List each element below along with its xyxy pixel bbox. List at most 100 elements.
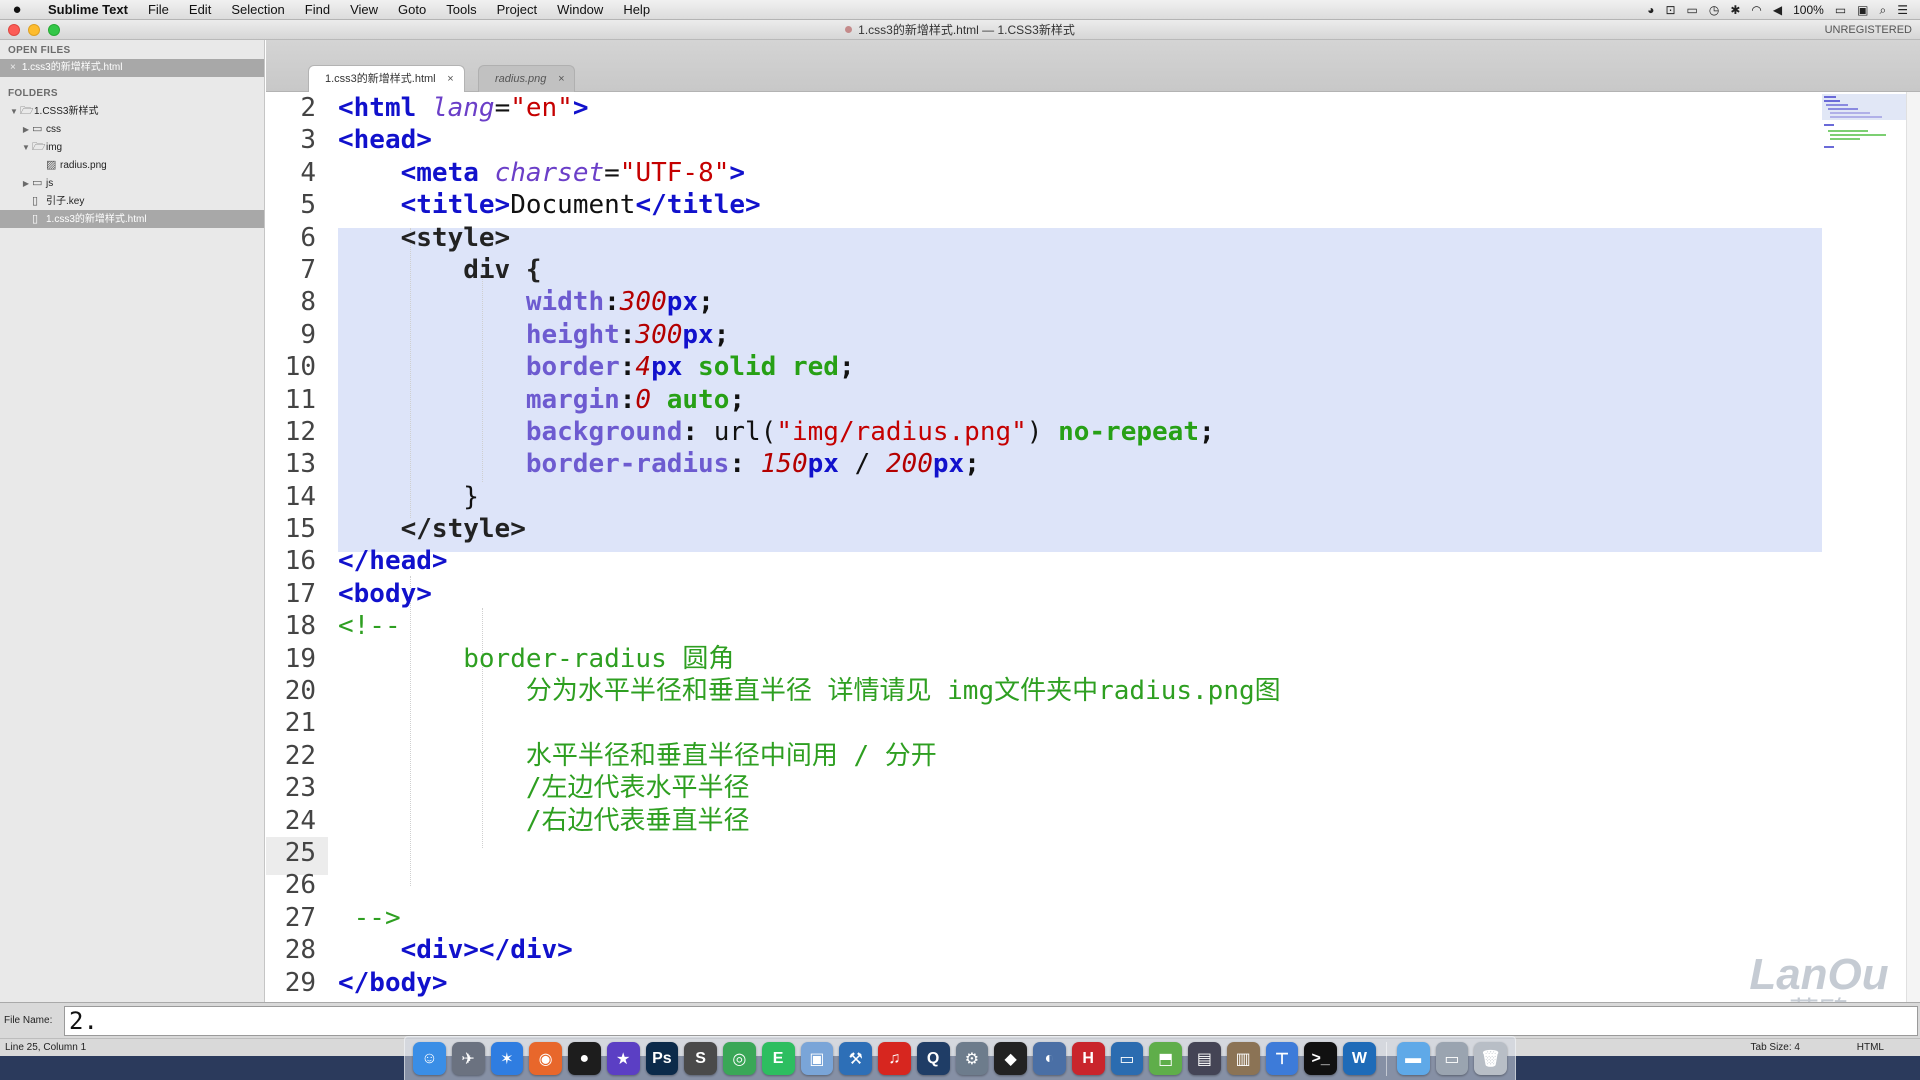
tree-folder-root[interactable]: ▼ 🗁1.CSS3新样式 bbox=[0, 102, 264, 120]
folders-header: FOLDERS bbox=[8, 88, 58, 99]
tab-size-selector[interactable]: Tab Size: 4 bbox=[1751, 1039, 1800, 1056]
line-number: 8 bbox=[300, 287, 316, 318]
wifi-icon[interactable]: ◠ bbox=[1751, 0, 1761, 20]
input-method-icon[interactable]: ▣ bbox=[1857, 0, 1868, 20]
launchpad-icon[interactable]: ✈ bbox=[451, 1042, 485, 1075]
evernote-icon[interactable]: E bbox=[761, 1042, 795, 1075]
syntax-selector[interactable]: HTML bbox=[1857, 1039, 1884, 1056]
tree-folder-img[interactable]: ▼ 🗁img bbox=[0, 138, 264, 156]
code-line-current bbox=[338, 837, 1818, 869]
system-prefs-icon[interactable]: ⚙ bbox=[955, 1042, 989, 1075]
airplay-icon[interactable]: ▭ bbox=[1687, 0, 1698, 20]
menu-selection[interactable]: Selection bbox=[221, 0, 294, 20]
collapsed-triangle-icon[interactable]: ▶ bbox=[20, 121, 32, 139]
time-machine-icon[interactable]: ◷ bbox=[1709, 0, 1719, 20]
trash-icon[interactable]: 🗑 bbox=[1474, 1042, 1507, 1075]
expanded-triangle-icon[interactable]: ▼ bbox=[20, 139, 32, 157]
code-editor[interactable]: 2 3 4 5 6 7 8 9 10 11 12 13 14 15 16 17 … bbox=[266, 92, 1920, 1002]
code-line: margin:0 auto; bbox=[525, 384, 746, 415]
minimap-line bbox=[1824, 124, 1834, 126]
close-icon[interactable]: × bbox=[10, 62, 16, 73]
tree-folder-js[interactable]: ▶ ▭ js bbox=[0, 174, 264, 192]
menu-edit[interactable]: Edit bbox=[179, 0, 221, 20]
menu-goto[interactable]: Goto bbox=[388, 0, 436, 20]
battery-percent: 100% bbox=[1793, 2, 1824, 17]
finder-icon[interactable]: ☺ bbox=[413, 1042, 446, 1075]
open-folder-icon: 🗁 bbox=[20, 105, 34, 117]
netease-music-icon[interactable]: ♫ bbox=[878, 1042, 911, 1075]
collapsed-triangle-icon[interactable]: ▶ bbox=[20, 175, 32, 193]
code-line: </style> bbox=[400, 514, 526, 545]
close-tab-icon[interactable]: × bbox=[447, 66, 453, 93]
menu-find[interactable]: Find bbox=[295, 0, 340, 20]
volume-icon[interactable]: ◀ bbox=[1773, 0, 1782, 20]
unity-icon[interactable]: ◆ bbox=[994, 1042, 1027, 1075]
vertical-scrollbar[interactable] bbox=[1906, 92, 1920, 1002]
code-line: <html lang="en"> bbox=[338, 93, 589, 123]
code-line: border-radius: 150px / 200px; bbox=[525, 449, 980, 480]
tree-file-radius-png[interactable]: ▨ radius.png bbox=[0, 156, 264, 174]
menu-window[interactable]: Window bbox=[547, 0, 613, 20]
tree-file-html[interactable]: ▯ 1.css3的新增样式.html bbox=[0, 210, 264, 228]
spotlight-search-icon[interactable]: ⌕ bbox=[1880, 0, 1887, 20]
word-icon[interactable]: W bbox=[1343, 1042, 1376, 1075]
xcode-icon[interactable]: ⚒ bbox=[839, 1042, 872, 1075]
movie-maker-icon[interactable]: ▤ bbox=[1188, 1042, 1221, 1075]
bluetooth-icon[interactable]: ✱ bbox=[1730, 0, 1740, 20]
code-line: width:300px; bbox=[525, 287, 714, 318]
sublime-text-icon[interactable]: S bbox=[684, 1042, 717, 1075]
firefox-icon[interactable]: ◉ bbox=[529, 1042, 562, 1075]
maps-icon[interactable]: ⬒ bbox=[1149, 1042, 1182, 1075]
imovie-star-icon[interactable]: ★ bbox=[606, 1042, 640, 1075]
expanded-triangle-icon[interactable]: ▼ bbox=[8, 103, 20, 121]
close-tab-icon[interactable]: × bbox=[558, 66, 564, 93]
code-line: border-radius 圆角 bbox=[463, 643, 735, 674]
chrome-icon[interactable]: ◎ bbox=[723, 1042, 756, 1075]
code-line: /左边代表水平半径 bbox=[525, 773, 750, 804]
menu-tools[interactable]: Tools bbox=[436, 0, 486, 20]
apple-menu-icon[interactable]: ● bbox=[0, 1, 34, 18]
menubar-status-area: ◕ ⊡ ▭ ◷ ✱ ◠ ◀ 100% ▭ ▣ ⌕ ☰ bbox=[1647, 0, 1920, 20]
line-number-gutter: 2 3 4 5 6 7 8 9 10 11 12 13 14 15 16 17 … bbox=[266, 92, 328, 1002]
file-name-input[interactable]: 2. bbox=[64, 1005, 1918, 1036]
photoshop-icon[interactable]: Ps bbox=[645, 1042, 679, 1075]
qq-browser-icon[interactable]: ◐ bbox=[1033, 1042, 1066, 1075]
tab-radius-png[interactable]: radius.png × bbox=[478, 65, 576, 93]
folder-icon: ▭ bbox=[32, 123, 43, 135]
open-folder-icon: 🗁 bbox=[32, 141, 46, 153]
menu-view[interactable]: View bbox=[340, 0, 388, 20]
tab-html-file[interactable]: 1.css3的新增样式.html × bbox=[308, 65, 465, 92]
preview-icon[interactable]: ▣ bbox=[800, 1042, 834, 1075]
notification-center-icon[interactable]: ☰ bbox=[1897, 0, 1908, 20]
battery-icon[interactable]: ▭ bbox=[1835, 0, 1846, 20]
screen-icon[interactable]: ▭ bbox=[1110, 1042, 1144, 1075]
menu-app-name[interactable]: Sublime Text bbox=[34, 0, 138, 20]
tree-file-key[interactable]: ▯ 引子.key bbox=[0, 192, 264, 210]
qq-icon[interactable]: ● bbox=[568, 1042, 601, 1075]
line-number: 4 bbox=[300, 157, 316, 188]
code-line: <body> bbox=[338, 578, 432, 609]
tree-folder-css[interactable]: ▶ ▭ css bbox=[0, 120, 264, 138]
code-text[interactable]: <html lang="en"> <head> <meta charset="U… bbox=[338, 92, 1818, 1002]
menu-project[interactable]: Project bbox=[487, 0, 547, 20]
keynote-icon[interactable]: ⊤ bbox=[1265, 1042, 1299, 1075]
line-number: 17 bbox=[284, 578, 316, 609]
folder-icon[interactable]: ▬ bbox=[1396, 1042, 1430, 1075]
downloads-icon[interactable]: ▭ bbox=[1435, 1042, 1469, 1075]
notes-icon[interactable]: ▥ bbox=[1226, 1042, 1260, 1075]
terminal-icon[interactable]: >_ bbox=[1304, 1042, 1337, 1075]
open-file-item[interactable]: × 1.css3的新增样式.html bbox=[0, 59, 264, 77]
line-number: 16 bbox=[284, 546, 316, 577]
menu-help[interactable]: Help bbox=[613, 0, 660, 20]
qq-status-icon[interactable]: ◕ bbox=[1647, 0, 1654, 20]
window-titlebar: 1.css3的新增样式.html — 1.CSS3新样式 UNREGISTERE… bbox=[0, 20, 1920, 40]
line-number: 11 bbox=[284, 384, 316, 415]
unregistered-label: UNREGISTERED bbox=[1824, 24, 1912, 36]
screen-record-icon[interactable]: ⊡ bbox=[1665, 0, 1675, 20]
line-number: 3 bbox=[300, 125, 316, 156]
quicktime-icon[interactable]: Q bbox=[916, 1042, 950, 1075]
menu-file[interactable]: File bbox=[138, 0, 179, 20]
safari-icon[interactable]: ✶ bbox=[490, 1042, 524, 1075]
minimap[interactable] bbox=[1822, 94, 1906, 166]
hbuilder-icon[interactable]: H bbox=[1071, 1042, 1105, 1075]
